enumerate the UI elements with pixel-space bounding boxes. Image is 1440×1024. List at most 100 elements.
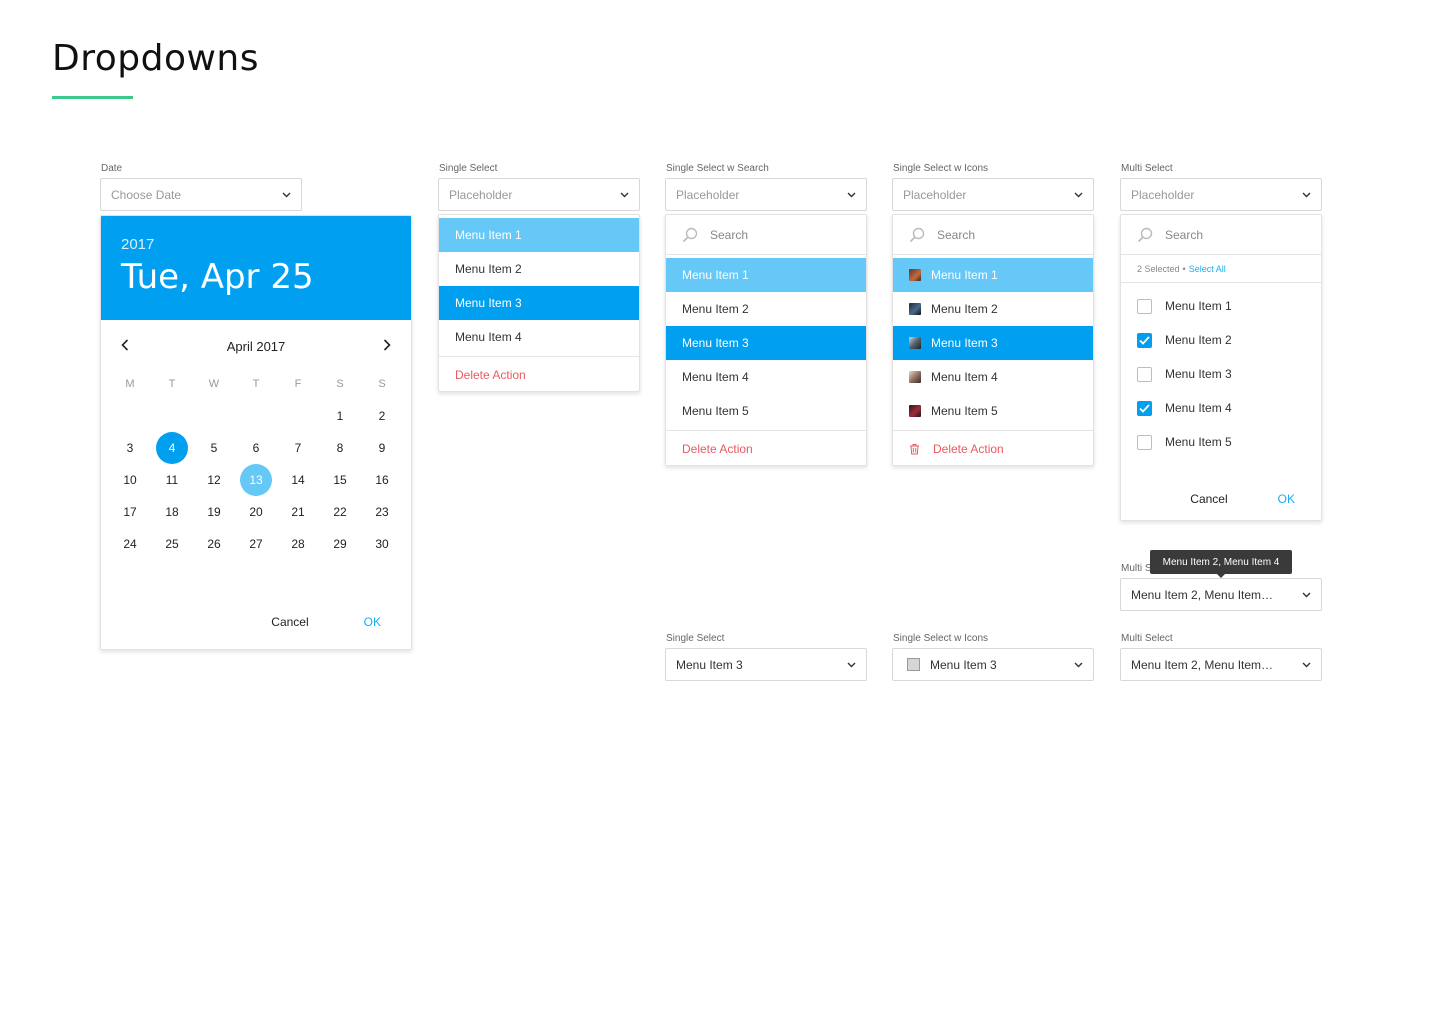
calendar-day[interactable]: 21: [277, 496, 319, 528]
calendar-day[interactable]: 10: [109, 464, 151, 496]
checkbox-checked[interactable]: [1137, 332, 1152, 348]
filled-multi-value: Menu Item 2, Menu Item…: [1131, 657, 1274, 672]
menu-item[interactable]: Menu Item 5: [893, 394, 1093, 428]
menu-item[interactable]: Menu Item 3: [439, 286, 639, 320]
search-input[interactable]: Search: [666, 215, 866, 255]
single-search-placeholder: Placeholder: [676, 187, 740, 202]
date-select[interactable]: Choose Date: [100, 178, 302, 211]
delete-action[interactable]: Delete Action: [893, 431, 1093, 465]
single-search-select[interactable]: Placeholder: [665, 178, 867, 211]
calendar-week: 10 11 12 13 14 15 16: [109, 464, 403, 496]
checkbox-item[interactable]: Menu Item 5: [1121, 425, 1321, 459]
search-placeholder: Search: [1165, 227, 1204, 242]
weekday-label: S: [378, 378, 386, 390]
checkbox-item[interactable]: Menu Item 2: [1121, 323, 1321, 357]
filled-icons-select[interactable]: Menu Item 3: [892, 648, 1094, 681]
search-input[interactable]: Search: [893, 215, 1093, 255]
menu-item[interactable]: Menu Item 4: [893, 360, 1093, 394]
calendar-day[interactable]: 1: [319, 400, 361, 432]
chevron-down-icon: [846, 660, 856, 670]
calendar-day-label: [240, 400, 272, 432]
multi-ok-button[interactable]: OK: [1278, 492, 1295, 506]
calendar-day[interactable]: 2: [361, 400, 403, 432]
calendar-cancel-button[interactable]: Cancel: [271, 615, 308, 629]
single-select[interactable]: Placeholder: [438, 178, 640, 211]
calendar-empty-cell: [235, 400, 277, 432]
checkbox-item[interactable]: Menu Item 4: [1121, 391, 1321, 425]
calendar-day[interactable]: 5: [193, 432, 235, 464]
menu-item[interactable]: Menu Item 3: [893, 326, 1093, 360]
calendar-day[interactable]: 28: [277, 528, 319, 560]
search-input[interactable]: Search: [1121, 215, 1321, 255]
checkbox-item[interactable]: Menu Item 3: [1121, 357, 1321, 391]
calendar-day[interactable]: 12: [193, 464, 235, 496]
delete-action[interactable]: Delete Action: [439, 357, 639, 391]
select-all-link[interactable]: Select All: [1189, 264, 1226, 274]
calendar-day[interactable]: 15: [319, 464, 361, 496]
calendar-day[interactable]: 14: [277, 464, 319, 496]
title-underline: [52, 96, 133, 99]
calendar-day[interactable]: 7: [277, 432, 319, 464]
single-select-menu: Menu Item 1 Menu Item 2 Menu Item 3 Menu…: [438, 214, 640, 392]
calendar-day[interactable]: 25: [151, 528, 193, 560]
chevron-right-icon[interactable]: [383, 338, 391, 354]
menu-item[interactable]: Menu Item 2: [666, 292, 866, 326]
calendar-selected-date: Tue, Apr 25: [121, 257, 314, 297]
menu-item[interactable]: Menu Item 5: [666, 394, 866, 428]
multi-select[interactable]: Placeholder: [1120, 178, 1322, 211]
calendar-day[interactable]: 23: [361, 496, 403, 528]
filled-multi-select[interactable]: Menu Item 2, Menu Item…: [1120, 648, 1322, 681]
weekday-label: T: [252, 378, 260, 390]
checkbox-checked[interactable]: [1137, 400, 1152, 416]
menu-item[interactable]: Menu Item 1: [666, 258, 866, 292]
calendar-day[interactable]: 3: [109, 432, 151, 464]
checkbox[interactable]: [1137, 298, 1152, 314]
search-icon: [1137, 227, 1153, 242]
calendar-day[interactable]: 24: [109, 528, 151, 560]
checkbox[interactable]: [1137, 366, 1152, 382]
calendar-day[interactable]: 8: [319, 432, 361, 464]
calendar-day-label: 17: [123, 505, 137, 519]
single-icons-select[interactable]: Placeholder: [892, 178, 1094, 211]
calendar-day[interactable]: 20: [235, 496, 277, 528]
delete-action[interactable]: Delete Action: [666, 431, 866, 465]
checkbox[interactable]: [1137, 434, 1152, 450]
multi-hover-select[interactable]: Menu Item 2, Menu Item…: [1120, 578, 1322, 611]
chevron-left-icon[interactable]: [121, 338, 129, 354]
menu-item[interactable]: Menu Item 2: [439, 252, 639, 286]
calendar-day-label: [114, 400, 146, 432]
calendar-day[interactable]: 4: [151, 432, 193, 464]
checkbox-item[interactable]: Menu Item 1: [1121, 289, 1321, 323]
calendar-day[interactable]: 18: [151, 496, 193, 528]
calendar-day-label: 10: [123, 473, 137, 487]
calendar-day[interactable]: 9: [361, 432, 403, 464]
menu-item[interactable]: Menu Item 4: [666, 360, 866, 394]
menu-item-label: Menu Item 3: [931, 336, 998, 350]
calendar-day[interactable]: 16: [361, 464, 403, 496]
calendar-day[interactable]: 22: [319, 496, 361, 528]
calendar-day[interactable]: 19: [193, 496, 235, 528]
calendar-day-label: 24: [123, 537, 137, 551]
menu-item[interactable]: Menu Item 2: [893, 292, 1093, 326]
calendar-day[interactable]: 6: [235, 432, 277, 464]
menu-item[interactable]: Menu Item 4: [439, 320, 639, 354]
date-label: Date: [101, 163, 123, 174]
calendar-day-label: [156, 400, 188, 432]
menu-item[interactable]: Menu Item 3: [666, 326, 866, 360]
calendar-day[interactable]: 13: [235, 464, 277, 496]
calendar-day[interactable]: 26: [193, 528, 235, 560]
multi-select-footer: Cancel OK: [1190, 492, 1295, 506]
calendar-day[interactable]: 11: [151, 464, 193, 496]
menu-item[interactable]: Menu Item 1: [893, 258, 1093, 292]
calendar-day[interactable]: 27: [235, 528, 277, 560]
menu-item[interactable]: Menu Item 1: [439, 218, 639, 252]
filled-single-select[interactable]: Menu Item 3: [665, 648, 867, 681]
calendar-day[interactable]: 17: [109, 496, 151, 528]
image-thumbnail-icon: [909, 269, 921, 281]
single-icons-placeholder: Placeholder: [903, 187, 967, 202]
calendar-day[interactable]: 29: [319, 528, 361, 560]
multi-cancel-button[interactable]: Cancel: [1190, 492, 1227, 506]
calendar-day[interactable]: 30: [361, 528, 403, 560]
calendar-year[interactable]: 2017: [121, 236, 391, 253]
calendar-ok-button[interactable]: OK: [364, 615, 381, 629]
